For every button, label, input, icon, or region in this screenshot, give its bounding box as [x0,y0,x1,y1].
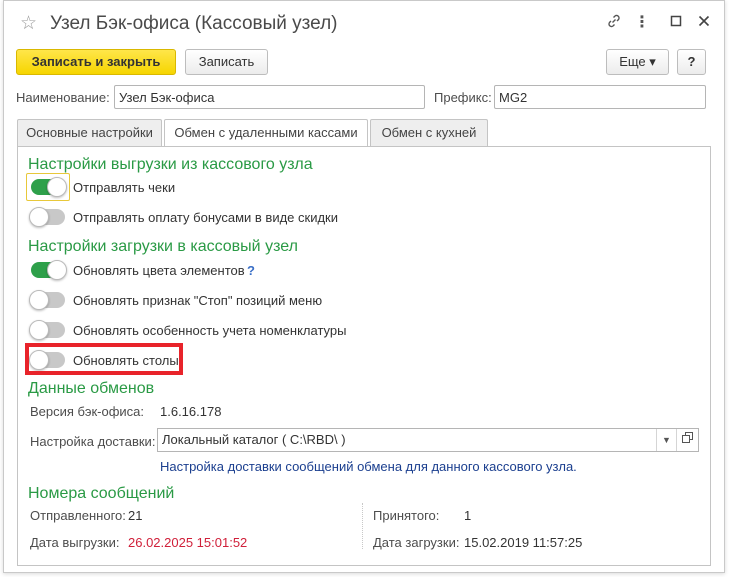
tab-remote-cash-exchange[interactable]: Обмен с удаленными кассами [164,119,368,148]
open-icon[interactable] [676,429,698,451]
link-icon[interactable] [604,13,624,33]
save-and-close-button[interactable]: Записать и закрыть [16,49,176,75]
close-icon[interactable] [694,13,714,33]
prefix-label: Префикс: [434,90,492,105]
sent-label: Отправленного: [30,508,126,523]
toggle-update-colors[interactable] [31,260,67,280]
version-label: Версия бэк-офиса: [30,404,145,419]
save-button[interactable]: Записать [185,49,268,75]
update-stop-flag-label: Обновлять признак "Стоп" позиций меню [73,293,323,308]
more-button[interactable]: Еще ▾ [606,49,669,75]
delivery-label: Настройка доставки: [30,434,156,449]
more-icon[interactable]: ⋮ [632,13,652,33]
toggle-update-stop-flag[interactable] [29,290,65,310]
toggle-knob [47,177,67,197]
toggle-update-item-accounting[interactable] [29,320,65,340]
update-colors-label: Обновлять цвета элементов [73,263,245,278]
tab-main-settings[interactable]: Основные настройки [17,119,162,147]
send-receipts-label: Отправлять чеки [73,180,176,195]
toggle-knob [29,290,49,310]
sent-value: 21 [128,508,143,523]
name-label: Наименование: [16,90,110,105]
version-value: 1.6.16.178 [160,404,222,419]
toggle-knob [29,320,49,340]
titlebar: ☆ Узел Бэк-офиса (Кассовый узел) ⋮ [4,1,724,45]
update-item-accounting-label: Обновлять особенность учета номенклатуры [73,323,347,338]
chevron-down-icon[interactable]: ▼ [656,429,676,451]
toggle-knob [29,207,49,227]
upload-date-label: Дата выгрузки: [30,535,120,550]
highlight-box [25,343,183,375]
maximize-icon[interactable] [666,13,686,33]
send-bonus-payment-label: Отправлять оплату бонусами в виде скидки [73,210,338,225]
download-section-title: Настройки загрузки в кассовый узел [28,238,298,255]
delivery-select-value: Локальный каталог ( C:\RBD\ ) [162,432,346,447]
help-icon[interactable]: ? [247,263,255,279]
upload-date-value: 26.02.2025 15:01:52 [128,535,248,550]
toggle-send-bonus-payment[interactable] [29,207,65,227]
form-window: ☆ Узел Бэк-офиса (Кассовый узел) ⋮ Запис… [3,0,725,573]
toggle-knob [47,260,67,280]
name-input[interactable] [114,85,425,109]
upload-section-title: Настройки выгрузки из кассового узла [28,156,313,173]
column-divider [362,503,363,549]
exchange-section-title: Данные обменов [28,380,155,397]
delivery-select[interactable]: Локальный каталог ( C:\RBD\ ) ▼ [157,428,699,452]
window-title: Узел Бэк-офиса (Кассовый узел) [50,13,338,34]
star-icon[interactable]: ☆ [20,14,37,33]
help-button[interactable]: ? [677,49,706,75]
download-date-label: Дата загрузки: [373,535,460,550]
toggle-send-receipts[interactable] [31,177,67,197]
messages-section-title: Номера сообщений [28,485,175,502]
received-label: Принятого: [373,508,440,523]
download-date-value: 15.02.2019 11:57:25 [464,535,583,550]
delivery-settings-link[interactable]: Настройка доставки сообщений обмена для … [160,459,577,475]
received-value: 1 [464,508,472,523]
tab-panel: Настройки выгрузки из кассового узла Отп… [17,146,711,566]
tab-kitchen-exchange[interactable]: Обмен с кухней [370,119,488,147]
prefix-input[interactable] [494,85,706,109]
